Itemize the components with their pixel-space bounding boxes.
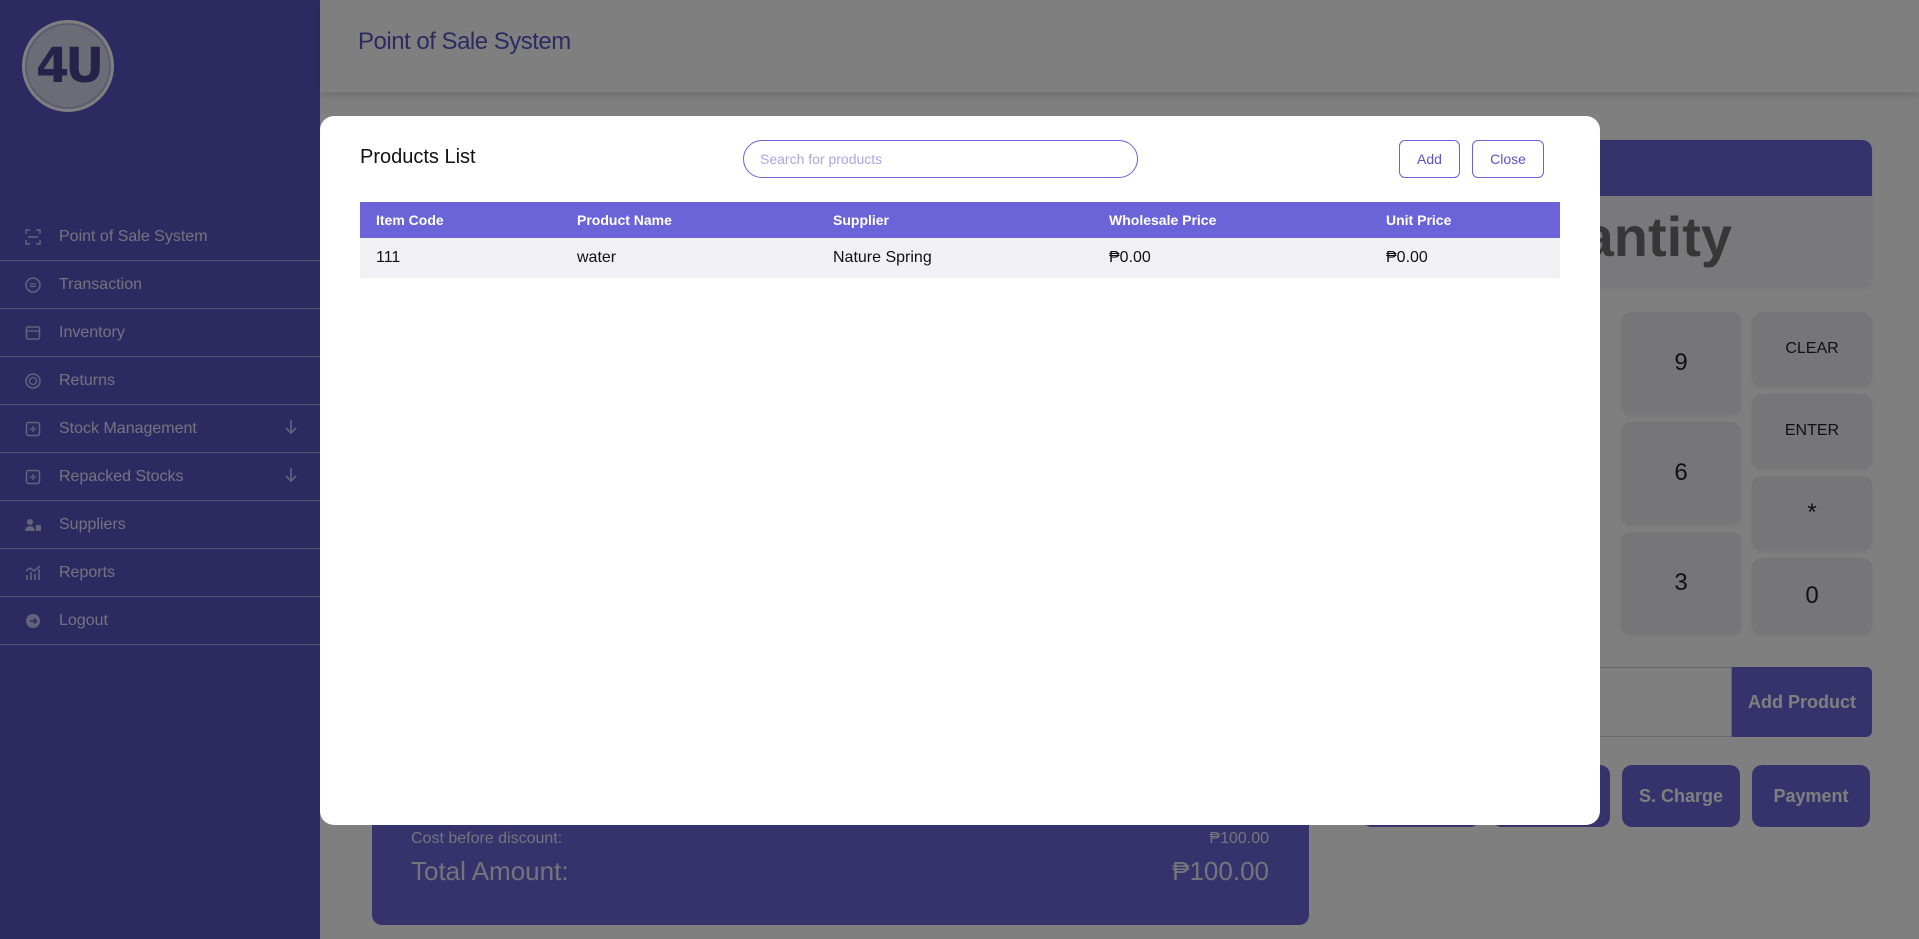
item-code-cell: 111 <box>376 249 401 266</box>
search-input[interactable] <box>743 140 1138 178</box>
column-header-unit-price[interactable]: Unit Price <box>1370 202 1560 238</box>
close-button[interactable]: Close <box>1472 140 1544 178</box>
product-name-cell: water <box>577 249 617 266</box>
products-table: Item Code Product Name Supplier Wholesal… <box>360 202 1560 278</box>
modal-title: Products List <box>360 146 476 168</box>
products-list-modal: Products List Add Close Item Code Produc… <box>320 116 1600 825</box>
table-row[interactable]: 111 water Nature Spring ₱0.00 ₱0.00 <box>360 238 1560 278</box>
supplier-cell: Nature Spring <box>833 249 932 266</box>
column-header-product-name[interactable]: Product Name <box>561 202 817 238</box>
column-header-wholesale-price[interactable]: Wholesale Price <box>1093 202 1370 238</box>
unit-price-cell: ₱0.00 <box>1386 249 1428 266</box>
column-header-item-code[interactable]: Item Code <box>360 202 561 238</box>
table-header-row: Item Code Product Name Supplier Wholesal… <box>360 202 1560 238</box>
column-header-supplier[interactable]: Supplier <box>817 202 1093 238</box>
wholesale-price-cell: ₱0.00 <box>1109 249 1151 266</box>
add-button[interactable]: Add <box>1399 140 1460 178</box>
